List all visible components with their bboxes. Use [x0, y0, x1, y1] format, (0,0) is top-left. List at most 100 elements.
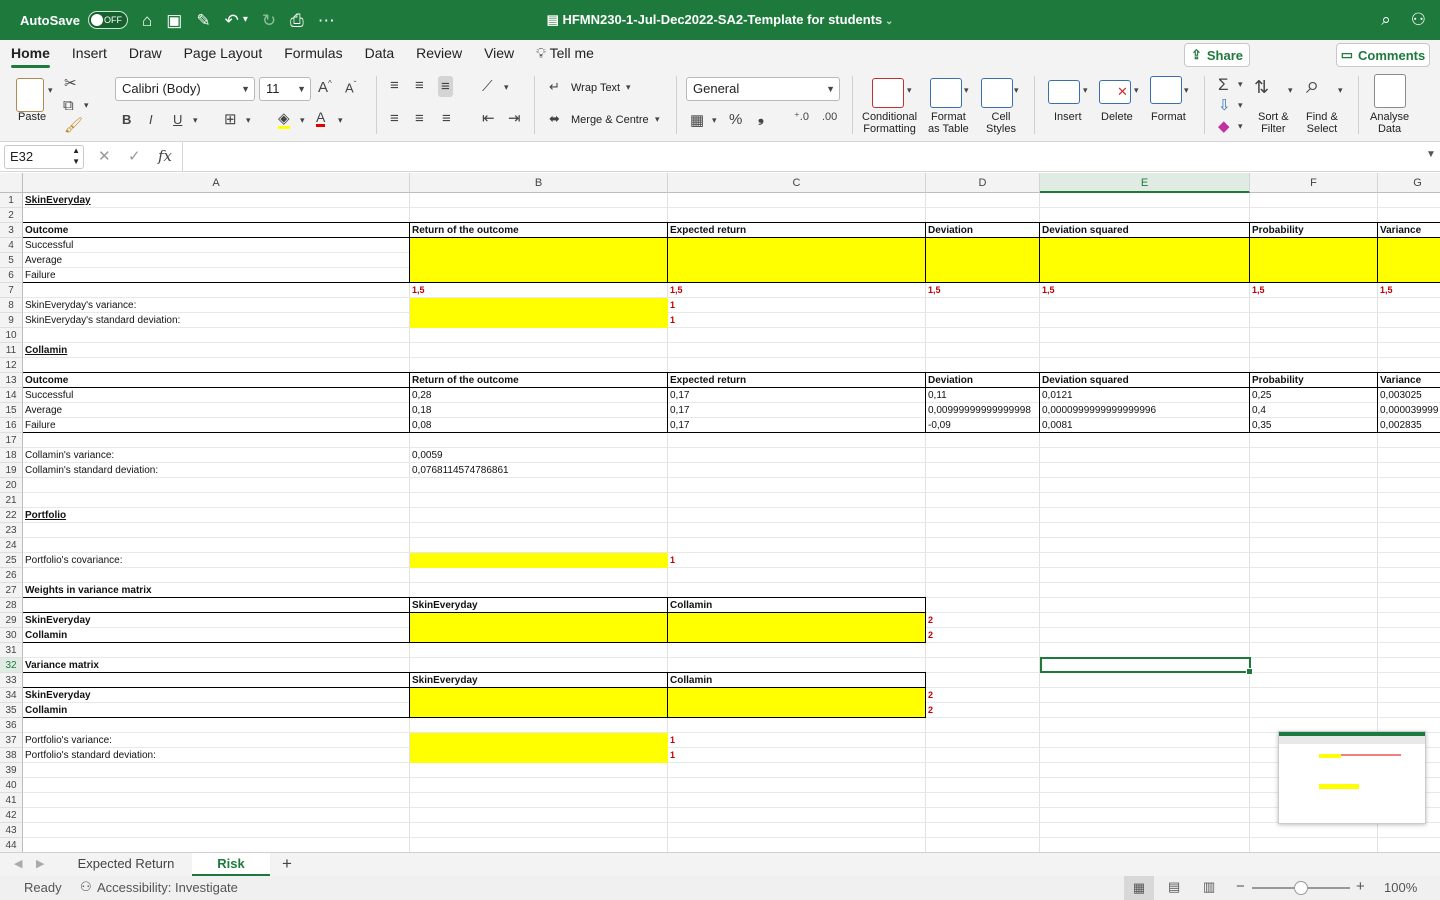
- cell-C38[interactable]: 1: [668, 748, 926, 763]
- tab-review[interactable]: Review: [416, 40, 462, 68]
- cell-B16[interactable]: 0,08: [410, 418, 668, 433]
- cell-G14[interactable]: 0,003025: [1378, 388, 1440, 403]
- row-header-18[interactable]: 18: [0, 448, 23, 463]
- column-header-g[interactable]: G: [1378, 173, 1440, 193]
- cell-A37[interactable]: Portfolio's variance:: [23, 733, 410, 748]
- insert-cells-icon[interactable]: [1048, 80, 1080, 104]
- merge-icon[interactable]: ⬌: [549, 112, 560, 125]
- cell-D30[interactable]: 2: [926, 628, 1040, 643]
- accounting-dropdown-icon[interactable]: ▾: [712, 116, 717, 125]
- autosum-dropdown-icon[interactable]: ▾: [1238, 80, 1243, 89]
- delete-cells-button[interactable]: Delete: [1101, 111, 1133, 123]
- more-icon[interactable]: ⋯: [318, 12, 335, 29]
- row-header-29[interactable]: 29: [0, 613, 23, 628]
- zoom-slider-handle[interactable]: [1294, 881, 1308, 895]
- document-title[interactable]: HFMN230-1-Jul-Dec2022-SA2-Template for s…: [562, 12, 882, 27]
- name-box-stepper-icon[interactable]: ▲ ▼: [72, 145, 80, 167]
- column-header-c[interactable]: C: [668, 173, 926, 193]
- zoom-level[interactable]: 100%: [1384, 880, 1417, 895]
- row-header-31[interactable]: 31: [0, 643, 23, 658]
- row-header-4[interactable]: 4: [0, 238, 23, 253]
- font-size-select[interactable]: 11 ▼: [259, 77, 311, 101]
- underline-icon[interactable]: U: [173, 113, 182, 126]
- analyse-data-icon[interactable]: [1374, 74, 1406, 108]
- decrease-font-icon[interactable]: Aˇ: [345, 81, 356, 95]
- cell-D14[interactable]: 0,11: [926, 388, 1040, 403]
- cancel-icon[interactable]: ✕: [98, 147, 111, 165]
- cell-F16[interactable]: 0,35: [1250, 418, 1378, 433]
- row-header-20[interactable]: 20: [0, 478, 23, 493]
- cell-A32[interactable]: Variance matrix: [23, 658, 410, 673]
- row-header-35[interactable]: 35: [0, 703, 23, 718]
- cell-G16[interactable]: 0,002835: [1378, 418, 1440, 433]
- cell-F14[interactable]: 0,25: [1250, 388, 1378, 403]
- cell-B15[interactable]: 0,18: [410, 403, 668, 418]
- undo-dropdown-icon[interactable]: ▾: [243, 15, 248, 25]
- align-right-icon[interactable]: ≡: [442, 111, 451, 126]
- cell-A25[interactable]: Portfolio's covariance:: [23, 553, 410, 568]
- zoom-in-icon[interactable]: +: [1356, 878, 1365, 895]
- cell-B14[interactable]: 0,28: [410, 388, 668, 403]
- cell-A6[interactable]: Failure: [23, 268, 410, 283]
- cell-A8[interactable]: SkinEveryday's variance:: [23, 298, 410, 313]
- row-header-7[interactable]: 7: [0, 283, 23, 298]
- cell-B19[interactable]: 0,0768114574786861: [410, 463, 668, 478]
- clear-dropdown-icon[interactable]: ▾: [1238, 122, 1243, 131]
- cell-G3[interactable]: Variance: [1378, 223, 1440, 238]
- row-header-42[interactable]: 42: [0, 808, 23, 823]
- conditional-formatting-button[interactable]: Conditional Formatting: [862, 111, 917, 135]
- merge-centre-button[interactable]: Merge & Centre: [571, 114, 649, 126]
- row-header-11[interactable]: 11: [0, 343, 23, 358]
- row-header-3[interactable]: 3: [0, 223, 23, 238]
- increase-font-icon[interactable]: A^: [318, 80, 332, 96]
- fill-dropdown-icon[interactable]: ▾: [300, 116, 305, 125]
- cell-styles-icon[interactable]: [981, 78, 1013, 108]
- scroll-right-icon[interactable]: ▶: [36, 857, 44, 870]
- normal-view-icon[interactable]: ▦: [1124, 876, 1154, 900]
- highlighted-input-cell[interactable]: [410, 553, 668, 568]
- cell-D35[interactable]: 2: [926, 703, 1040, 718]
- cell-A1[interactable]: SkinEveryday: [23, 193, 410, 208]
- wrap-text-dropdown-icon[interactable]: ▾: [626, 83, 631, 92]
- align-left-icon[interactable]: ≡: [390, 111, 399, 126]
- redo-icon[interactable]: ↻: [262, 12, 276, 29]
- cell-A3[interactable]: Outcome: [23, 223, 410, 238]
- row-header-36[interactable]: 36: [0, 718, 23, 733]
- column-header-b[interactable]: B: [410, 173, 668, 193]
- cut-icon[interactable]: ✂: [64, 76, 77, 91]
- row-header-22[interactable]: 22: [0, 508, 23, 523]
- cell-C13[interactable]: Expected return: [668, 373, 926, 388]
- cell-A11[interactable]: Collamin: [23, 343, 410, 358]
- align-top-icon[interactable]: ≡: [390, 78, 399, 93]
- tab-draw[interactable]: Draw: [129, 40, 162, 68]
- row-header-13[interactable]: 13: [0, 373, 23, 388]
- row-header-15[interactable]: 15: [0, 403, 23, 418]
- cell-C28[interactable]: Collamin: [668, 598, 926, 613]
- row-header-5[interactable]: 5: [0, 253, 23, 268]
- sort-filter-button[interactable]: Sort & Filter: [1258, 111, 1289, 135]
- highlighted-input-cell[interactable]: [410, 733, 668, 748]
- clear-icon[interactable]: ◆: [1218, 119, 1230, 134]
- paste-icon[interactable]: [16, 78, 44, 112]
- cell-styles-button[interactable]: Cell Styles: [986, 111, 1016, 135]
- cell-F13[interactable]: Probability: [1250, 373, 1378, 388]
- orientation-icon[interactable]: ⟋: [482, 79, 493, 94]
- tab-data[interactable]: Data: [365, 40, 395, 68]
- spreadsheet-grid[interactable]: A B C D E F G 1 2 3 4 5 6 7 8 9 10 11 12 13 14 15 16 17 18 19 20 21…: [0, 173, 1440, 852]
- cell-A35[interactable]: Collamin: [23, 703, 410, 718]
- number-format-select[interactable]: General ▼: [686, 77, 840, 101]
- sort-filter-icon[interactable]: ⇅: [1254, 78, 1269, 96]
- row-header-38[interactable]: 38: [0, 748, 23, 763]
- copy-icon[interactable]: ⧉: [63, 98, 74, 113]
- fill-down-dropdown-icon[interactable]: ▾: [1238, 101, 1243, 110]
- column-header-e[interactable]: E: [1040, 173, 1250, 193]
- paste-dropdown-icon[interactable]: ▾: [48, 86, 53, 95]
- row-header-8[interactable]: 8: [0, 298, 23, 313]
- selected-cell-e32[interactable]: [1040, 657, 1253, 675]
- paste-label[interactable]: Paste: [18, 111, 46, 123]
- row-header-40[interactable]: 40: [0, 778, 23, 793]
- cell-B18[interactable]: 0,0059: [410, 448, 668, 463]
- page-layout-view-icon[interactable]: ▤: [1168, 879, 1180, 895]
- format-cells-icon[interactable]: [1150, 76, 1182, 104]
- row-header-19[interactable]: 19: [0, 463, 23, 478]
